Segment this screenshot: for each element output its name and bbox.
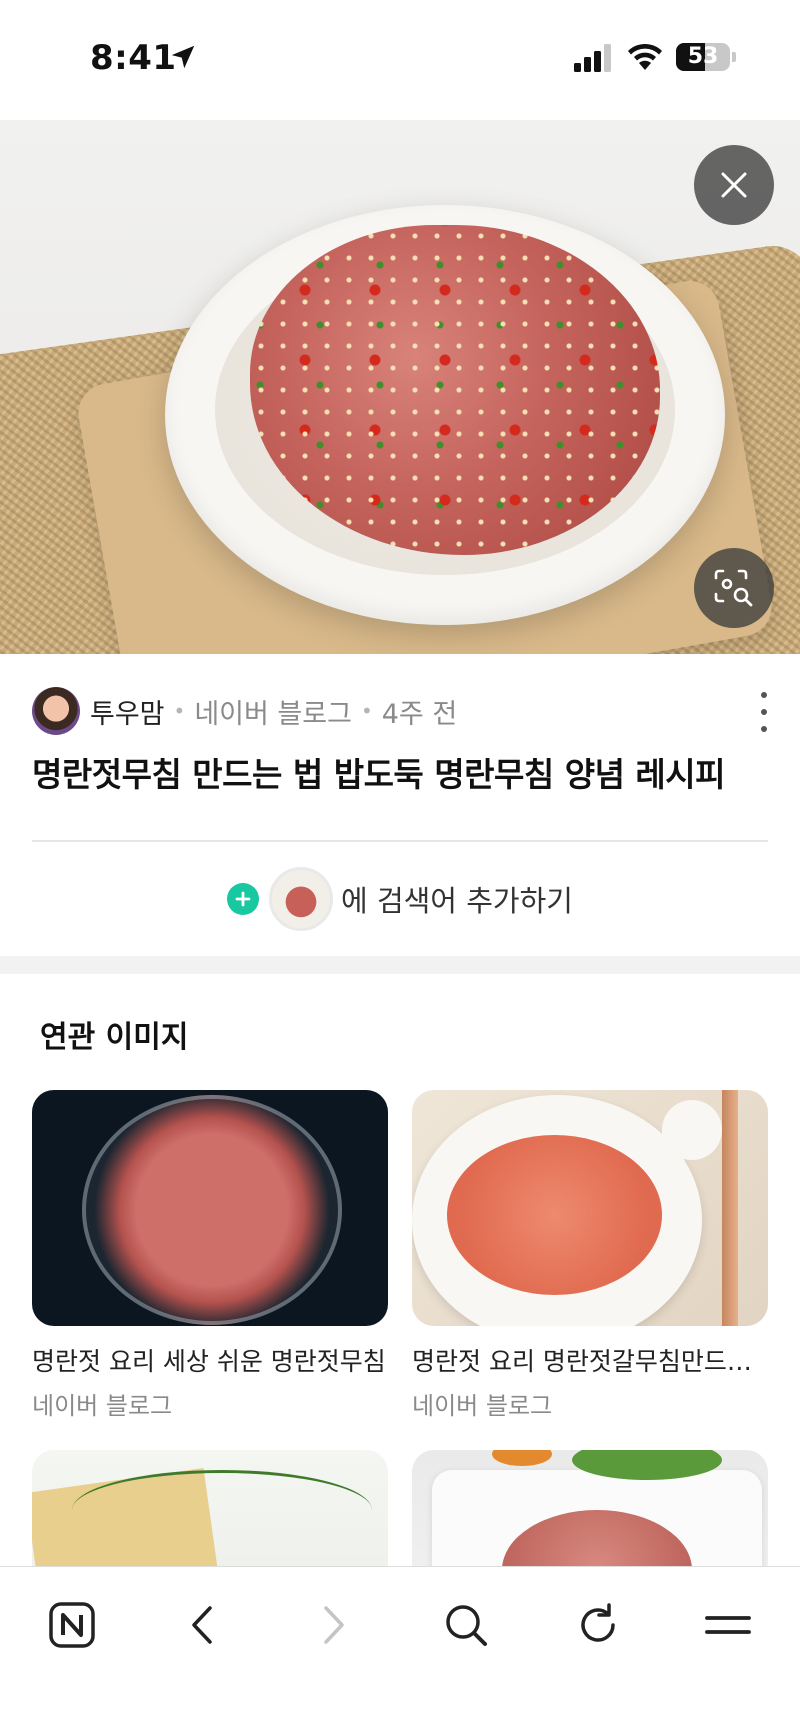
- search-button[interactable]: [434, 1593, 498, 1657]
- plus-icon: [227, 883, 260, 915]
- status-time: 8:41: [90, 38, 177, 78]
- related-image-thumbnail[interactable]: [32, 1090, 388, 1326]
- more-vertical-icon[interactable]: [754, 692, 774, 732]
- related-image-title[interactable]: 명란젓 요리 세상 쉬운 명란젓무침: [32, 1342, 388, 1378]
- post-time: 4주 전: [381, 698, 458, 730]
- section-separator: [0, 956, 800, 974]
- query-image-thumbnail: [269, 867, 334, 931]
- related-image-source: 네이버 블로그: [412, 1392, 553, 1420]
- hero-image[interactable]: [0, 120, 800, 654]
- refresh-icon: [581, 1603, 615, 1642]
- avatar[interactable]: [32, 687, 80, 735]
- image-search-icon: [714, 569, 753, 607]
- source-site[interactable]: 네이버 블로그: [194, 692, 352, 731]
- related-image-title[interactable]: 명란젓 요리 명란젓갈무침만드는 법: [412, 1342, 768, 1378]
- search-icon: [446, 1605, 487, 1646]
- refresh-button[interactable]: [566, 1593, 630, 1657]
- add-search-term-button[interactable]: 에 검색어 추가하기: [0, 866, 800, 932]
- naver-home-icon: [49, 1602, 95, 1648]
- author-name[interactable]: 투우맘: [90, 692, 165, 731]
- signal-icon: [574, 44, 611, 72]
- close-button[interactable]: [694, 145, 774, 225]
- location-arrow-icon: [171, 45, 195, 69]
- bottom-toolbar: [0, 1566, 800, 1735]
- post-title[interactable]: 명란젓무침 만드는 법 밥도둑 명란무침 양념 레시피: [32, 748, 772, 796]
- forward-button[interactable]: [302, 1593, 366, 1657]
- back-icon: [192, 1606, 212, 1644]
- divider: [32, 840, 768, 842]
- forward-icon: [324, 1606, 344, 1644]
- menu-button[interactable]: [696, 1593, 760, 1657]
- status-bar: 8:41 53: [0, 0, 800, 120]
- naver-home-button[interactable]: [40, 1593, 104, 1657]
- related-image-thumbnail[interactable]: [412, 1090, 768, 1326]
- battery-icon: 53: [676, 43, 730, 71]
- battery-level: 53: [687, 44, 719, 69]
- related-image-source: 네이버 블로그: [32, 1392, 173, 1420]
- separator-dot: •: [360, 699, 373, 723]
- separator-dot: •: [173, 699, 186, 723]
- close-icon: [721, 172, 747, 198]
- wifi-icon: [628, 43, 662, 70]
- back-button[interactable]: [170, 1593, 234, 1657]
- image-search-button[interactable]: [694, 548, 774, 628]
- battery-tip: [732, 52, 736, 62]
- related-image-card[interactable]: 명란젓 요리 명란젓갈무침만드는 법 네이버 블로그: [412, 1090, 768, 1421]
- related-image-card[interactable]: 명란젓 요리 세상 쉬운 명란젓무침 네이버 블로그: [32, 1090, 388, 1421]
- add-search-label: 에 검색어 추가하기: [341, 884, 573, 918]
- menu-icon: [705, 1616, 751, 1634]
- source-info: 투우맘 • 네이버 블로그 • 4주 전: [32, 686, 772, 736]
- related-images-heading: 연관 이미지: [40, 1020, 189, 1055]
